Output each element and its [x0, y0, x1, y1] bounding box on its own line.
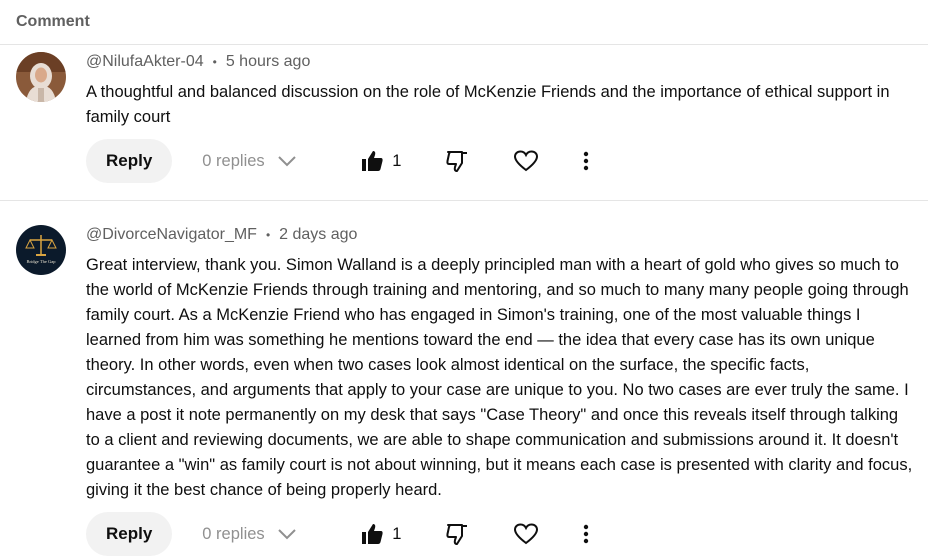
like-button[interactable]: 1 [360, 149, 401, 173]
replies-label: 0 replies [202, 524, 265, 543]
comment-time[interactable]: 5 hours ago [226, 53, 311, 71]
comment-actions: Reply 0 replies 1 [86, 139, 916, 183]
comment-time[interactable]: 2 days ago [279, 226, 357, 244]
like-button[interactable]: 1 [360, 522, 401, 546]
replies-toggle[interactable]: 0 replies [202, 525, 330, 544]
thumbs-up-icon [362, 151, 383, 171]
chevron-down-icon [277, 529, 296, 540]
heart-button[interactable] [513, 149, 539, 173]
heart-icon [514, 150, 539, 172]
avatar[interactable] [16, 52, 66, 102]
comment-item: Bridge The Gap @DivorceNavigator_MF • 2 … [0, 201, 928, 556]
scales-logo-icon: Bridge The Gap [16, 225, 66, 275]
comment-text: A thoughtful and balanced discussion on … [86, 83, 890, 126]
thumbs-down-icon [446, 524, 468, 545]
avatar-logo-text: Bridge The Gap [27, 259, 57, 264]
thumbs-up-icon [362, 524, 383, 544]
comment-meta: @NilufaAkter-04 • 5 hours ago [86, 45, 916, 73]
header-title: Comment [16, 13, 90, 30]
more-vertical-icon [584, 151, 589, 171]
comment-item: @NilufaAkter-04 • 5 hours ago A thoughtf… [0, 45, 928, 201]
dislike-button[interactable] [445, 149, 469, 173]
chevron-down-icon [277, 156, 296, 167]
author-name[interactable]: @DivorceNavigator_MF [86, 226, 257, 244]
like-count: 1 [392, 524, 402, 543]
author-name[interactable]: @NilufaAkter-04 [86, 53, 204, 71]
replies-label: 0 replies [202, 151, 265, 170]
heart-button[interactable] [513, 522, 539, 546]
heart-icon [514, 523, 539, 545]
profile-photo-icon [16, 52, 66, 102]
more-options-button[interactable] [583, 151, 589, 171]
more-vertical-icon [584, 524, 589, 544]
comment-actions: Reply 0 replies 1 [86, 512, 916, 556]
comment-meta: @DivorceNavigator_MF • 2 days ago [86, 201, 916, 246]
reply-button[interactable]: Reply [86, 139, 173, 183]
dislike-button[interactable] [445, 522, 469, 546]
replies-toggle[interactable]: 0 replies [202, 152, 330, 171]
reply-button[interactable]: Reply [86, 512, 173, 556]
comment-text: Great interview, thank you. Simon Wallan… [86, 256, 913, 499]
more-options-button[interactable] [583, 524, 589, 544]
like-count: 1 [392, 151, 402, 170]
comment-section-header: Comment [0, 0, 928, 45]
thumbs-down-icon [446, 151, 468, 172]
separator-dot: • [265, 228, 271, 242]
avatar[interactable]: Bridge The Gap [16, 225, 66, 275]
separator-dot: • [212, 55, 217, 69]
